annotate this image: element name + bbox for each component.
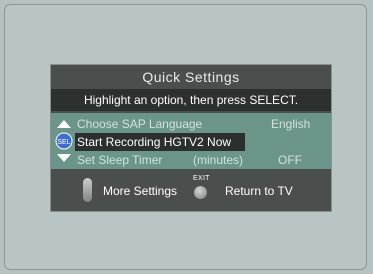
dialog-title: Quick Settings [142,69,240,85]
return-to-tv-label[interactable]: Return to TV [225,184,293,198]
more-settings-key-icon[interactable] [83,178,92,202]
option-sleep-timer[interactable]: Set Sleep Timer (minutes) OFF [75,151,327,169]
option-label: Choose SAP Language [77,117,203,131]
exit-key[interactable]: EXIT [191,175,211,207]
exit-button-icon[interactable] [194,186,207,199]
option-value: OFF [278,153,302,167]
option-label: Set Sleep Timer [77,153,163,167]
sel-button-text: SEL [57,139,70,146]
nav-arrows: SEL [53,117,75,165]
quick-settings-dialog: Quick Settings Highlight an option, then… [50,64,332,212]
more-settings-label[interactable]: More Settings [103,184,177,198]
down-arrow-icon[interactable] [57,154,71,162]
options-list: SEL Choose SAP Language English Start Re… [51,113,331,169]
exit-key-text: EXIT [193,175,210,182]
up-arrow-icon[interactable] [57,120,71,128]
instruction-bar: Highlight an option, then press SELECT. [51,89,331,111]
option-units: (minutes) [193,153,244,167]
nav-arrows-svg: SEL [55,120,73,162]
option-label: Start Recording HGTV2 Now [77,135,232,149]
option-value: English [271,117,311,131]
footer-bar: More Settings EXIT Return to TV [51,171,331,211]
option-start-recording[interactable]: Start Recording HGTV2 Now [75,133,245,151]
option-sap-language[interactable]: Choose SAP Language English [75,115,327,133]
